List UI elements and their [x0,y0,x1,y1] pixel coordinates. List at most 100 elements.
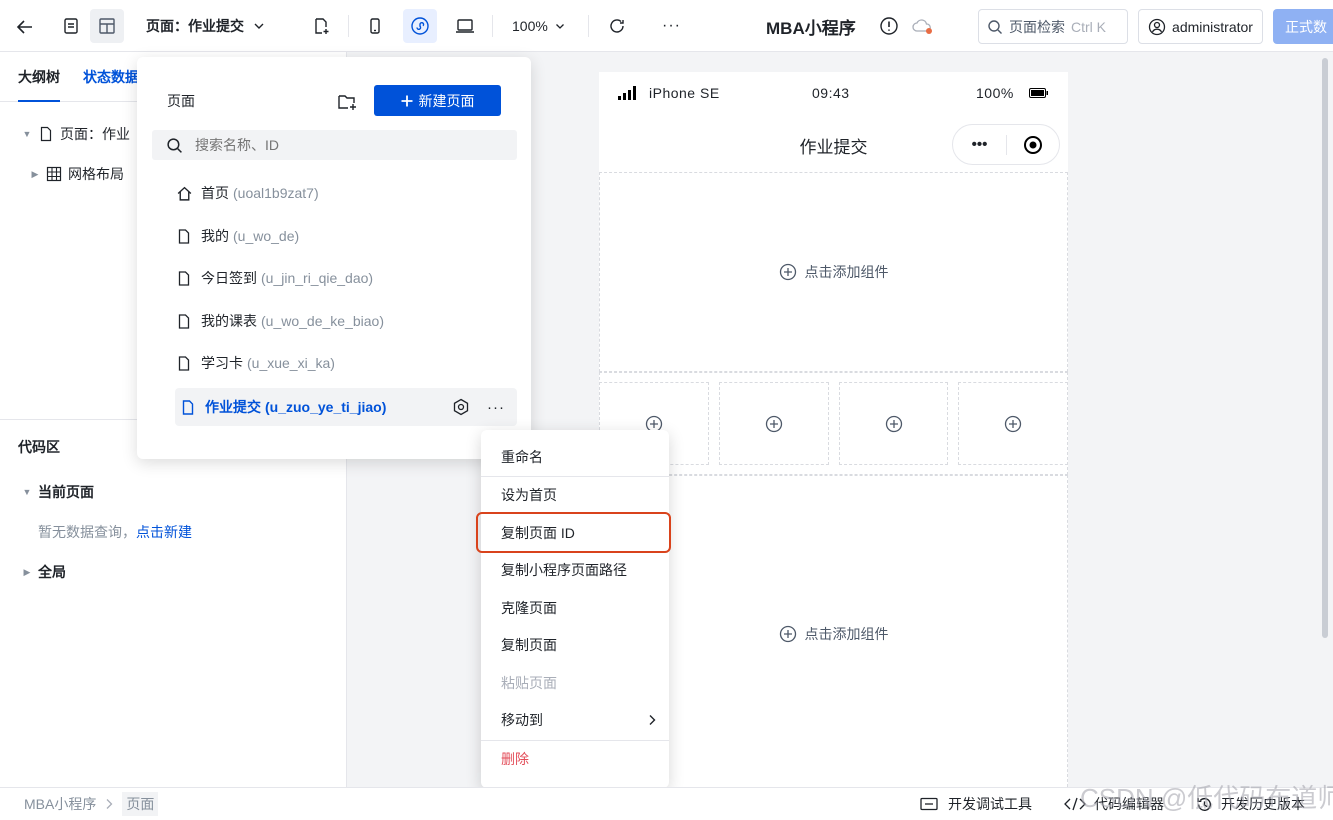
desktop-preview-button[interactable] [448,9,482,43]
user-menu[interactable]: administrator [1138,9,1263,44]
tab-label: 状态数据 [83,69,139,85]
current-page-label: 当前页面 [38,484,94,500]
capsule-more-button[interactable]: ••• [953,136,1006,153]
page-item-home[interactable]: 首页 (uoal1b9zat7) [175,174,517,212]
page-item-check-in[interactable]: 今日签到 (u_jin_ri_qie_dao) [175,259,517,297]
page-view-button[interactable] [54,9,88,43]
menu-label: 复制小程序页面路径 [501,561,627,578]
menu-rename[interactable]: 重命名 [481,438,669,475]
layout-view-button[interactable] [90,9,124,43]
canvas-scrollbar[interactable] [1322,58,1328,638]
empty-query-text: 暂无数据查询，点击新建 [38,522,192,542]
highlight-box [476,512,671,553]
publish-button[interactable]: 正式数 [1273,9,1333,44]
page-item-wo-de[interactable]: 我的 (u_wo_de) [175,217,517,255]
grid-cell-slot[interactable] [719,382,829,465]
page-search-button[interactable]: 页面检索 Ctrl K [978,9,1128,44]
file-icon [40,126,52,142]
create-query-link[interactable]: 点击新建 [136,524,192,540]
current-page-group[interactable]: ▼ 当前页面 [22,482,94,502]
grid-icon [46,166,62,182]
menu-clone-page[interactable]: 克隆页面 [481,589,669,626]
menu-label: 移动到 [501,711,543,728]
page-search-shortcut: Ctrl K [1071,18,1106,35]
page-item-homework[interactable]: 作业提交 (u_zuo_ye_ti_jiao) ··· [175,388,517,426]
tab-outline-tree[interactable]: 大纲树 [18,52,60,102]
debug-tool-button[interactable]: 开发调试工具 [920,788,1032,820]
page-selector-label: 页面：作业提交 [146,18,244,34]
tree-node-grid[interactable]: ▶ 网格布局 [30,164,124,184]
tree-node-page[interactable]: ▼ 页面：作业 [22,124,130,144]
phone-canvas: iPhone SE 09:43 100% 作业提交 ••• 点击添加组件 点击添… [599,72,1068,792]
alert-circle-icon [880,17,898,35]
refresh-button[interactable] [600,9,634,43]
mobile-preview-button[interactable] [358,9,392,43]
page-item-name: 首页 [201,185,229,201]
divider [588,15,589,37]
page-settings-button[interactable] [451,397,471,417]
grid-cell-slot[interactable] [958,382,1068,465]
menu-delete[interactable]: 删除 [481,740,669,777]
file-icon [175,312,193,330]
plus-icon [401,95,412,106]
info-button[interactable] [878,15,900,37]
chevron-right-icon [106,799,113,809]
file-icon [179,398,197,416]
miniprogram-preview-button[interactable] [403,9,437,43]
battery-label: 100% [976,85,1014,101]
menu-move-to[interactable]: 移动到 [481,701,669,738]
plus-circle-icon [765,415,783,432]
page-item-name: 我的课表 [201,313,257,329]
global-group[interactable]: ▶ 全局 [22,562,66,582]
tab-state-data[interactable]: 状态数据 [83,52,139,102]
page-item-name: 学习卡 [201,355,243,371]
breadcrumb-app[interactable]: MBA小程序 [24,794,96,814]
back-button[interactable] [8,10,42,44]
new-page-label: 新建页面 [418,92,475,109]
nav-title: 作业提交 [799,137,868,157]
page-selector[interactable]: 页面：作业提交 [146,0,266,52]
page-item-id: (u_xue_xi_ka) [247,355,335,371]
breadcrumb-page[interactable]: 页面 [122,792,159,816]
page-item-schedule[interactable]: 我的课表 (u_wo_de_ke_biao) [175,302,517,340]
grid-cell-slot[interactable] [839,382,948,465]
refresh-icon [610,19,624,33]
tab-label: 大纲树 [18,69,60,85]
search-icon [988,19,1002,34]
new-folder-button[interactable] [335,90,359,114]
file-add-icon [315,18,329,34]
carrier-label: iPhone SE [649,85,720,101]
menu-label: 重命名 [501,448,543,465]
menu-set-home[interactable]: 设为首页 [481,476,669,513]
page-item-id: (u_wo_de) [233,228,300,244]
page-item-id: (uoal1b9zat7) [233,185,319,201]
page-search-field[interactable] [152,130,517,160]
divider [492,15,493,37]
time-label: 09:43 [812,85,850,101]
add-page-button[interactable] [304,9,338,43]
arrow-left-icon [16,20,32,34]
more-dots-label: ··· [487,398,505,416]
page-search-input[interactable] [195,137,495,153]
user-name: administrator [1172,18,1253,35]
breadcrumb: MBA小程序 页面 [24,788,159,820]
caret-down-icon: ▼ [22,487,32,497]
page-more-button[interactable]: ··· [483,395,509,419]
cloud-icon [912,19,932,34]
capsule-close-button[interactable] [1007,135,1059,155]
menu-label: 删除 [501,750,529,767]
chevron-right-icon [649,715,656,725]
file-icon [175,354,193,372]
more-button[interactable]: ··· [662,0,681,52]
chevron-down-icon [555,24,564,29]
menu-label: 克隆页面 [501,599,557,616]
page-item-study-card[interactable]: 学习卡 (u_xue_xi_ka) [175,344,517,382]
add-component-slot[interactable]: 点击添加组件 [599,172,1068,372]
phone-status-bar: iPhone SE 09:43 100% [599,72,1068,112]
new-page-button[interactable]: 新建页面 [374,85,501,116]
menu-copy-page[interactable]: 复制页面 [481,626,669,663]
menu-copy-page-path[interactable]: 复制小程序页面路径 [481,551,669,588]
menu-label: 粘贴页面 [501,674,557,691]
zoom-selector[interactable]: 100% [512,0,566,52]
code-section-title: 代码区 [18,439,60,455]
